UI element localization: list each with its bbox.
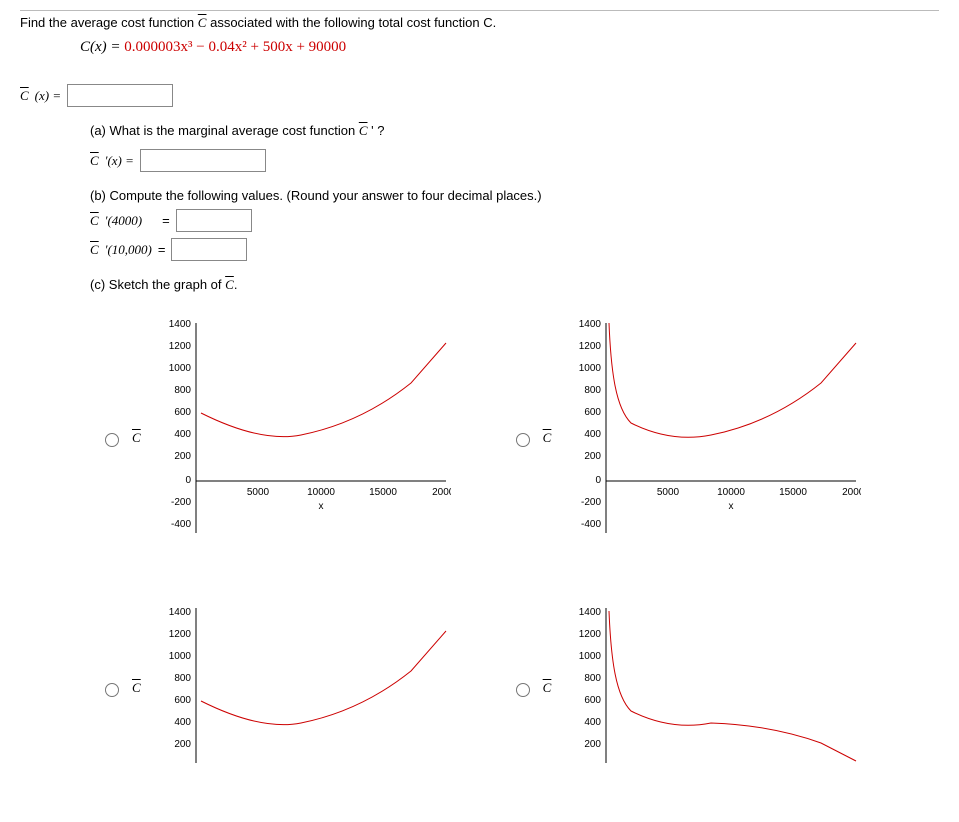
svg-text:20000: 20000	[432, 487, 451, 498]
part-a-cbar: C	[90, 153, 99, 169]
svg-text:1200: 1200	[168, 629, 191, 640]
svg-text:1000: 1000	[168, 363, 191, 374]
marginal-avg-cost-input[interactable]	[140, 149, 266, 172]
plot-3: 1400 1200 1000 800 600 400 200	[151, 603, 451, 773]
part-c-period: .	[234, 277, 238, 292]
cbar-symbol-2: C	[20, 88, 29, 104]
svg-text:600: 600	[585, 407, 602, 418]
svg-text:400: 400	[585, 717, 602, 728]
svg-text:800: 800	[585, 673, 602, 684]
svg-text:10000: 10000	[307, 487, 335, 498]
value-4000-input[interactable]	[176, 209, 252, 232]
average-cost-input[interactable]	[67, 84, 173, 107]
cost-fn-rhs: 0.000003x³ − 0.04x² + 500x + 90000	[124, 39, 346, 55]
svg-text:1400: 1400	[168, 607, 191, 618]
graph-choice-1[interactable]	[105, 433, 119, 447]
question-text-2: associated with the following total cost…	[210, 15, 496, 30]
plot2-ylabel: C	[543, 430, 552, 446]
plot-1: 1400 1200 1000 800 600 400 200 0 -200 -400 5000 10…	[151, 313, 451, 563]
svg-text:5000: 5000	[247, 487, 270, 498]
part-a-prime: ' ?	[371, 123, 384, 138]
part-a-label: (a) What is the marginal average cost fu…	[90, 123, 355, 138]
svg-text:x: x	[729, 501, 734, 512]
svg-text:1400: 1400	[579, 607, 602, 618]
svg-text:1400: 1400	[579, 319, 602, 330]
svg-text:x: x	[318, 501, 323, 512]
svg-text:1200: 1200	[579, 629, 602, 640]
plot1-ylabel: C	[132, 430, 141, 446]
svg-text:-400: -400	[581, 519, 601, 530]
question-text: Find the average cost function	[20, 15, 194, 30]
svg-text:-200: -200	[171, 497, 191, 508]
part-c-label: (c) Sketch the graph of	[90, 277, 222, 292]
part-b-label: (b) Compute the following values. (Round…	[90, 188, 939, 203]
svg-text:200: 200	[174, 451, 191, 462]
cprime-10000: '(10,000)	[105, 242, 152, 258]
svg-text:-200: -200	[581, 497, 601, 508]
svg-text:1000: 1000	[579, 651, 602, 662]
svg-text:1400: 1400	[168, 319, 191, 330]
svg-text:20000: 20000	[842, 487, 861, 498]
part-b-cbar-2: C	[90, 242, 99, 258]
svg-text:1000: 1000	[168, 651, 191, 662]
svg-text:800: 800	[174, 385, 191, 396]
svg-text:600: 600	[174, 407, 191, 418]
svg-text:600: 600	[585, 695, 602, 706]
svg-text:15000: 15000	[779, 487, 807, 498]
svg-text:0: 0	[185, 475, 191, 486]
cprime-x-eq: '(x) =	[105, 153, 134, 169]
cbar-x-eq: (x) =	[35, 88, 61, 104]
svg-text:15000: 15000	[369, 487, 397, 498]
svg-text:200: 200	[585, 451, 602, 462]
svg-text:400: 400	[174, 429, 191, 440]
svg-text:10000: 10000	[717, 487, 745, 498]
svg-text:1200: 1200	[168, 341, 191, 352]
svg-text:200: 200	[174, 739, 191, 750]
svg-text:400: 400	[174, 717, 191, 728]
part-c-symbol: C	[225, 277, 234, 292]
cost-fn-lhs: C(x) =	[80, 39, 124, 55]
svg-text:600: 600	[174, 695, 191, 706]
svg-text:800: 800	[585, 385, 602, 396]
svg-text:400: 400	[585, 429, 602, 440]
svg-text:0: 0	[596, 475, 602, 486]
svg-text:1200: 1200	[579, 341, 602, 352]
svg-text:800: 800	[174, 673, 191, 684]
value-10000-input[interactable]	[171, 238, 247, 261]
graph-choice-4[interactable]	[516, 683, 530, 697]
part-b-cbar-1: C	[90, 213, 99, 229]
plot-2: 1400 1200 1000 800 600 400 200 0 -200 -400 5000 10…	[561, 313, 861, 563]
plot3-ylabel: C	[132, 680, 141, 696]
plot-4: 1400 1200 1000 800 600 400 200	[561, 603, 861, 773]
graph-choice-3[interactable]	[105, 683, 119, 697]
part-a-symbol: C	[359, 123, 368, 138]
svg-text:200: 200	[585, 739, 602, 750]
eq-1: =	[162, 213, 170, 228]
cbar-symbol: C	[198, 15, 207, 30]
svg-text:1000: 1000	[579, 363, 602, 374]
svg-text:-400: -400	[171, 519, 191, 530]
graph-choice-2[interactable]	[516, 433, 530, 447]
cprime-4000: '(4000)	[105, 213, 142, 229]
eq-2: =	[158, 242, 166, 257]
plot4-ylabel: C	[543, 680, 552, 696]
svg-text:5000: 5000	[657, 487, 680, 498]
